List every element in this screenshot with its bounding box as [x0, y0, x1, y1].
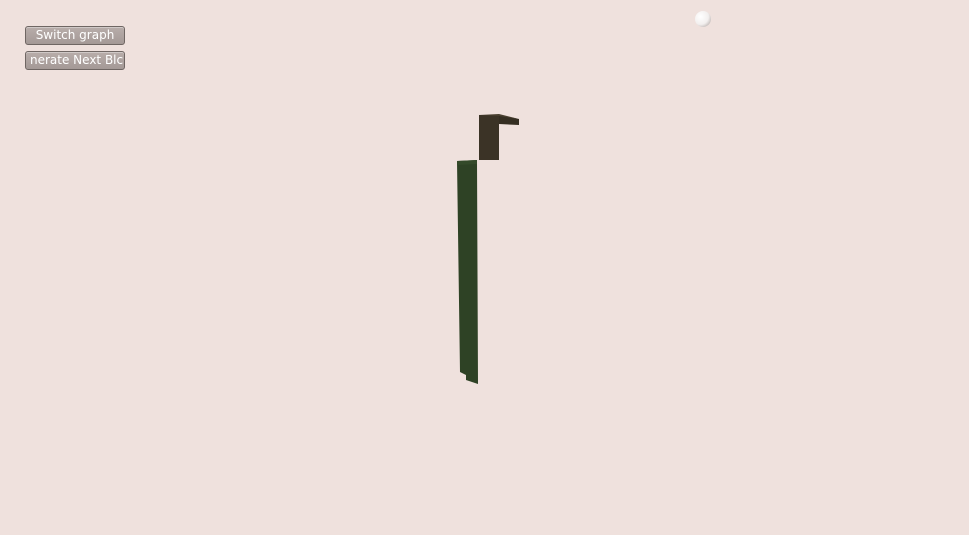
- block-tall[interactable]: [457, 160, 478, 384]
- block-top[interactable]: [479, 114, 519, 160]
- light-sphere-icon: [695, 11, 711, 27]
- switch-graph-button[interactable]: Switch graph: [25, 26, 125, 45]
- generate-next-block-button[interactable]: nerate Next Blc: [25, 51, 125, 70]
- 3d-viewport[interactable]: [0, 0, 969, 535]
